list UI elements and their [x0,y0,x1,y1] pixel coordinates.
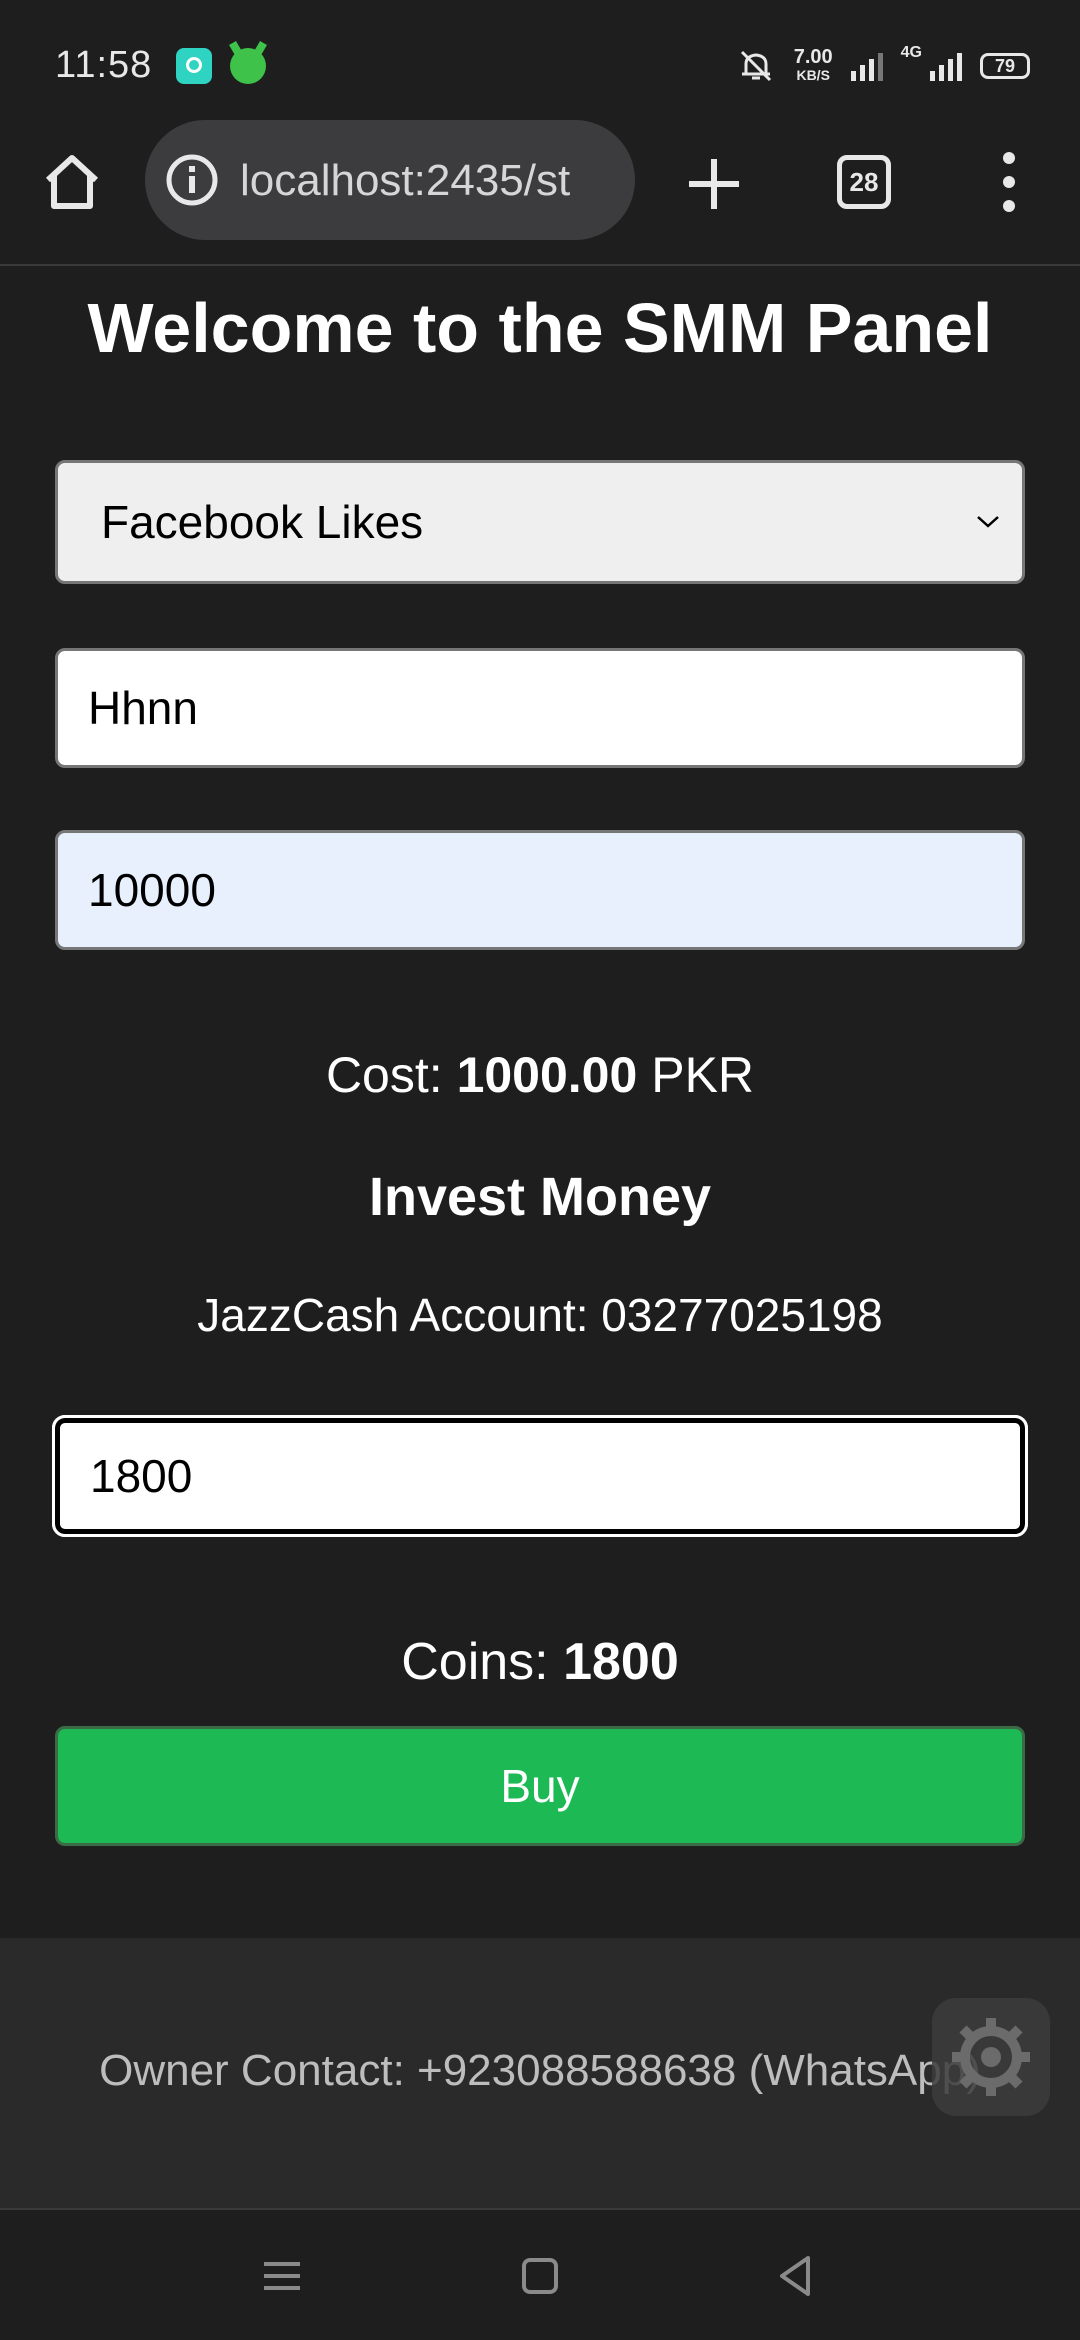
page-title: Welcome to the SMM Panel [87,289,993,367]
service-select[interactable]: Facebook Likes [55,460,1025,584]
teal-app-icon [176,48,212,84]
status-indicators: 7.00 KB/S 4G 79 [736,44,1030,88]
amount-input[interactable]: 1800 [52,1415,1028,1537]
status-time: 11:58 [55,44,153,86]
coins-value: 1800 [563,1633,679,1691]
battery-icon: 79 [980,53,1030,79]
tabs-icon[interactable]: 28 [837,155,891,209]
quantity-input[interactable]: 10000 [55,830,1025,950]
net-speed-unit: KB/S [796,67,830,83]
cost-label: Cost: [325,1047,443,1103]
invest-heading: Invest Money [368,1167,712,1227]
amount-input-value: 1800 [90,1450,193,1502]
page-content: Welcome to the SMM Panel Facebook Likes … [0,268,1080,1938]
owner-contact: Owner Contact: +923088588638 (WhatsApp) [99,2046,981,2095]
green-android-icon [230,48,266,84]
plus-icon[interactable] [685,155,743,213]
jazzcash-account: JazzCash Account: 03277025198 [197,1289,883,1341]
link-input[interactable]: Hhnn [55,648,1025,768]
signal-4g-icon [930,51,962,81]
net-speed: 7.00 KB/S [793,46,833,84]
url-text[interactable]: localhost:2435/st [240,156,610,206]
coins-label: Coins: [401,1633,549,1691]
link-input-value: Hhnn [88,682,198,734]
buy-button[interactable]: Buy [55,1726,1025,1846]
browser-toolbar: localhost:2435/st 28 [0,120,1080,266]
floating-gear-button[interactable] [932,1998,1050,2116]
android-nav-bar [0,2212,1080,2340]
network-type: 4G [900,44,922,61]
home-icon[interactable] [40,150,104,214]
url-bar[interactable]: localhost:2435/st [145,120,635,240]
home-nav-icon[interactable] [516,2252,564,2300]
footer: Owner Contact: +923088588638 (WhatsApp) [0,1938,1080,2210]
back-icon[interactable] [772,2252,820,2300]
chevron-down-icon [977,516,999,528]
cost-currency: PKR [651,1047,755,1103]
status-bar: 11:58 7.00 KB/S 4G 79 [0,0,1080,120]
more-vert-icon[interactable] [1000,152,1018,216]
cost-line: Cost: 1000.00 PKR [0,1046,1080,1104]
net-speed-value: 7.00 [793,46,833,68]
signal-icon [850,51,883,81]
info-icon[interactable] [165,153,219,207]
cost-amount: 1000.00 [456,1047,638,1103]
recents-icon[interactable] [258,2252,306,2300]
coins-line: Coins: 1800 [0,1632,1080,1692]
mute-icon [740,50,771,82]
service-select-value: Facebook Likes [101,496,424,548]
gear-icon [952,2018,1030,2096]
quantity-input-value: 10000 [88,864,216,916]
